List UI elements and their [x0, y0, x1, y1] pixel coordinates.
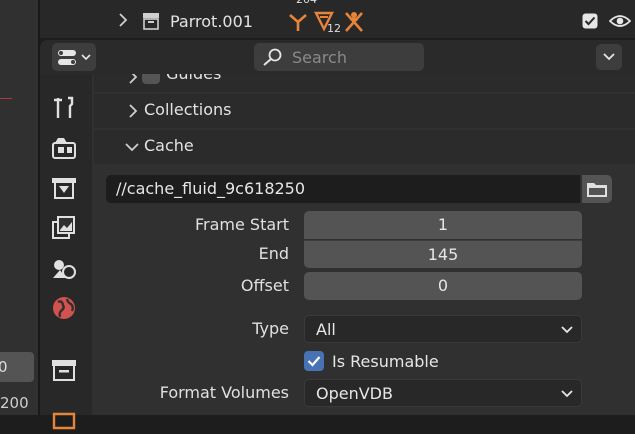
- panel-cache-label: Cache: [144, 136, 194, 155]
- modifier-count: 12: [327, 22, 341, 35]
- chevron-down-icon: [603, 53, 615, 61]
- format-volumes-label: Format Volumes: [159, 383, 289, 402]
- is-resumable-label[interactable]: Is Resumable: [332, 352, 439, 371]
- panel-cache[interactable]: Cache: [94, 130, 635, 164]
- current-frame-field[interactable]: 0: [0, 352, 34, 382]
- checkmark-icon: [307, 356, 321, 367]
- chevron-right-icon: [129, 104, 138, 118]
- browse-folder-button[interactable]: [582, 175, 612, 203]
- search-icon: [263, 48, 282, 66]
- properties-editor-icon: [58, 50, 91, 65]
- folder-icon: [587, 183, 607, 197]
- properties-editor: Search Collections Cache //cache_fluid_9…: [40, 40, 635, 430]
- editor-type-button[interactable]: [52, 43, 96, 71]
- search-placeholder: Search: [292, 48, 347, 67]
- properties-header: Search: [40, 40, 635, 74]
- scene-icon[interactable]: [50, 254, 78, 282]
- cache-directory-value: //cache_fluid_9c618250: [116, 179, 306, 198]
- panel-guides-label: Guides: [166, 74, 221, 83]
- world-icon[interactable]: [50, 294, 78, 322]
- panel-collections[interactable]: Collections: [94, 94, 635, 128]
- axis-line: [0, 98, 12, 99]
- panel-collections-label: Collections: [144, 100, 232, 119]
- properties-tab-bar: [40, 74, 92, 430]
- type-dropdown[interactable]: All: [304, 315, 582, 343]
- options-dropdown-button[interactable]: [596, 44, 622, 70]
- current-frame-value: 0: [0, 358, 8, 376]
- exclude-checkbox-icon[interactable]: [582, 13, 598, 29]
- viewport-edge[interactable]: 0 200: [0, 0, 40, 415]
- tool-icon[interactable]: [50, 94, 78, 122]
- type-label: Type: [252, 319, 289, 338]
- frame-start-value: 1: [437, 215, 449, 234]
- chevron-down-icon: [561, 390, 573, 398]
- type-value: All: [316, 320, 336, 339]
- offset-field[interactable]: 0: [304, 272, 582, 300]
- outliner-item-name[interactable]: Parrot.001: [170, 12, 253, 31]
- chevron-down-icon: [561, 326, 573, 334]
- frame-start-field[interactable]: 1: [304, 211, 582, 239]
- expand-chevron-icon[interactable]: [118, 13, 128, 27]
- view-layer-icon[interactable]: [50, 214, 78, 242]
- chevron-right-icon: [129, 74, 138, 84]
- chevron-down-icon: [125, 143, 139, 152]
- format-volumes-value: OpenVDB: [316, 384, 393, 403]
- guides-checkbox[interactable]: [142, 74, 160, 84]
- output-icon[interactable]: [50, 174, 78, 202]
- format-volumes-dropdown[interactable]: OpenVDB: [304, 379, 582, 407]
- end-label: End: [258, 244, 289, 263]
- collection-icon[interactable]: [50, 356, 78, 384]
- outliner: 204 Parrot.001 12: [40, 0, 635, 38]
- panel-guides[interactable]: Guides: [94, 74, 635, 92]
- outliner-count-above: 204: [296, 0, 317, 6]
- search-field[interactable]: Search: [254, 43, 424, 71]
- cache-directory-field[interactable]: //cache_fluid_9c618250: [106, 175, 580, 203]
- frame-end-field[interactable]: 145: [304, 240, 582, 268]
- properties-content: Guides Collections Cache //cache_fluid_9…: [94, 74, 635, 415]
- offset-label: Offset: [240, 276, 289, 295]
- offset-value: 0: [437, 276, 449, 295]
- timeline-ruler-label: 200: [0, 394, 29, 412]
- collection-box-icon: [143, 13, 159, 30]
- object-icon[interactable]: [50, 406, 78, 434]
- is-resumable-checkbox[interactable]: [304, 351, 324, 371]
- frame-end-value: 145: [427, 245, 459, 264]
- render-icon[interactable]: [50, 134, 78, 162]
- frame-start-label: Frame Start: [194, 215, 289, 234]
- visibility-eye-icon[interactable]: [609, 13, 631, 29]
